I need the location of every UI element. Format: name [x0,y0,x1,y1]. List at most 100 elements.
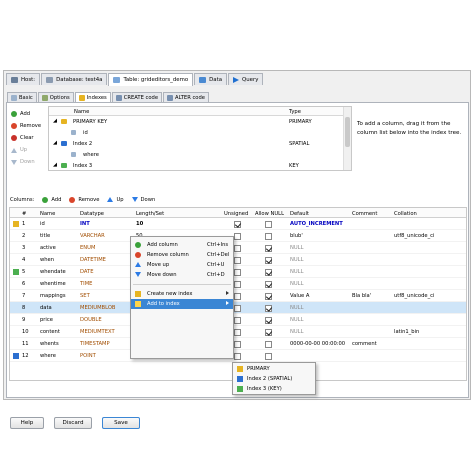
discard-button[interactable]: Discard [54,417,92,429]
cell-default[interactable]: NULL [290,245,303,251]
cell-datatype[interactable]: DOUBLE [80,317,102,323]
cell-name[interactable]: title [40,233,50,239]
cell-collation[interactable]: latin1_bin [394,329,419,335]
cell-datatype[interactable]: MEDIUMTEXT [80,329,115,335]
index-tree-column[interactable]: where [49,149,351,160]
table-row[interactable]: 2titleVARCHAR50blub'utf8_unicode_ci [10,230,466,242]
table-row[interactable]: 12 where POINT [10,350,466,362]
cell-name[interactable]: mappings [40,293,66,299]
cell-datatype[interactable]: MEDIUMBLOB [80,305,115,311]
cell-comment[interactable]: comment [352,341,377,347]
cell-unsigned-checkbox[interactable] [234,341,241,348]
cell-datatype[interactable]: SET [80,293,90,299]
index-tree-column[interactable]: id [49,127,351,138]
cell-comment[interactable]: Bla bla' [352,293,371,299]
table-row[interactable]: 5 whendate DATE NULL [10,266,466,278]
cell-unsigned-checkbox[interactable] [234,257,241,264]
grid-header-length[interactable]: Length/Set [136,211,164,217]
help-button[interactable]: Help [10,417,44,429]
grid-header-name[interactable]: Name [40,211,55,217]
cell-name[interactable]: where [40,353,56,359]
index-clear-button[interactable]: Clear [11,132,45,144]
cell-allow-null-checkbox[interactable] [265,269,272,276]
cell-unsigned-checkbox[interactable] [234,233,241,240]
menu-item-add-to-index[interactable]: Add to index [131,299,233,309]
cell-datatype[interactable]: INT [80,221,90,227]
index-remove-button[interactable]: Remove [11,120,45,132]
tab-query[interactable]: Query [228,73,264,85]
cell-allow-null-checkbox[interactable] [265,317,272,324]
cell-length[interactable]: 10 [136,221,143,227]
cell-unsigned-checkbox[interactable] [234,281,241,288]
tab-data[interactable]: Data [194,73,227,85]
table-row[interactable]: 11 whents TIMESTAMP 0000-00-00 00:00:00 comm… [10,338,466,350]
index-add-button[interactable]: Add [11,108,45,120]
cell-collation[interactable]: utf8_unicode_ci [394,293,434,299]
cell-default[interactable]: NULL [290,317,303,323]
cell-collation[interactable]: utf8_unicode_ci [394,233,434,239]
tab-table[interactable]: Table: grideditors_demo [108,73,194,86]
cell-unsigned-checkbox[interactable] [234,293,241,300]
menu-item-create-index[interactable]: Create new index [131,289,233,299]
cell-unsigned-checkbox[interactable] [234,353,241,360]
cell-name[interactable]: whendate [40,269,66,275]
cell-default[interactable]: NULL [290,329,303,335]
grid-header-datatype[interactable]: Datatype [80,211,104,217]
index-tree-scrollbar[interactable] [343,107,351,170]
move-down-button[interactable]: Down [131,197,155,203]
menu-item-move-down[interactable]: Move down Ctrl+D [131,270,233,280]
scroll-thumb[interactable] [345,117,350,147]
grid-header-default[interactable]: Default [290,211,309,217]
cell-allow-null-checkbox[interactable] [265,353,272,360]
menu-item-remove-column[interactable]: Remove column Ctrl+Del [131,250,233,260]
submenu-item-index-3[interactable]: Index 3 (KEY) [233,384,315,394]
cell-allow-null-checkbox[interactable] [265,293,272,300]
cell-name[interactable]: data [40,305,52,311]
cell-name[interactable]: price [40,317,53,323]
cell-allow-null-checkbox[interactable] [265,257,272,264]
cell-name[interactable]: active [40,245,56,251]
cell-name[interactable]: when [40,257,54,263]
table-row[interactable]: 9 price DOUBLE NULL [10,314,466,326]
index-tree[interactable]: Name Type ◢ PRIMARY KEY PRIMARY id ◢ Ind… [48,106,352,171]
cell-datatype[interactable]: ENUM [80,245,95,251]
cell-default[interactable]: NULL [290,269,303,275]
tab-database[interactable]: Database: test4a [41,73,108,85]
cell-default[interactable]: 0000-00-00 00:00:00 [290,341,345,347]
cell-unsigned-checkbox[interactable] [234,317,241,324]
add-column-button[interactable]: Add [42,196,61,203]
index-tree-node[interactable]: ◢ Index 2 SPATIAL [49,138,351,149]
tab-host[interactable]: Host: [6,73,41,85]
table-row[interactable]: 8 data MEDIUMBLOB NULL [10,302,466,314]
cell-name[interactable]: id [40,221,45,227]
remove-column-button[interactable]: Remove [69,196,99,203]
table-row[interactable]: 7mappingsSET'Value A','Value B','Value C… [10,290,466,302]
move-up-button[interactable]: Up [107,197,124,203]
cell-name[interactable]: whentime [40,281,66,287]
cell-name[interactable]: content [40,329,60,335]
cell-datatype[interactable]: DATETIME [80,257,106,263]
cell-datatype[interactable]: TIME [80,281,92,287]
grid-header-collation[interactable]: Collation [394,211,417,217]
index-tree-node[interactable]: ◢ PRIMARY KEY PRIMARY [49,116,351,127]
cell-allow-null-checkbox[interactable] [265,245,272,252]
cell-datatype[interactable]: VARCHAR [80,233,105,239]
grid-header-comment[interactable]: Comment [352,211,377,217]
cell-allow-null-checkbox[interactable] [265,281,272,288]
grid-header-allow-null[interactable]: Allow NULL [255,211,284,217]
index-up-button[interactable]: Up [11,144,45,156]
table-row[interactable]: 6 whentime TIME NULL [10,278,466,290]
index-tree-node[interactable]: ◢ Index 3 KEY [49,160,351,170]
cell-default[interactable]: NULL [290,281,303,287]
submenu-item-index-2[interactable]: Index 2 (SPATIAL) [233,374,315,384]
cell-allow-null-checkbox[interactable] [265,305,272,312]
grid-header-unsigned[interactable]: Unsigned [224,211,248,217]
table-row[interactable]: 4 when DATETIME NULL [10,254,466,266]
cell-default[interactable]: AUTO_INCREMENT [290,221,343,227]
cell-allow-null-checkbox[interactable] [265,329,272,336]
cell-name[interactable]: whents [40,341,59,347]
cell-unsigned-checkbox[interactable] [234,269,241,276]
cell-datatype[interactable]: POINT [80,353,96,359]
cell-datatype[interactable]: TIMESTAMP [80,341,110,347]
table-row[interactable]: 3activeENUM'Y','N','''Maybe'NULL [10,242,466,254]
